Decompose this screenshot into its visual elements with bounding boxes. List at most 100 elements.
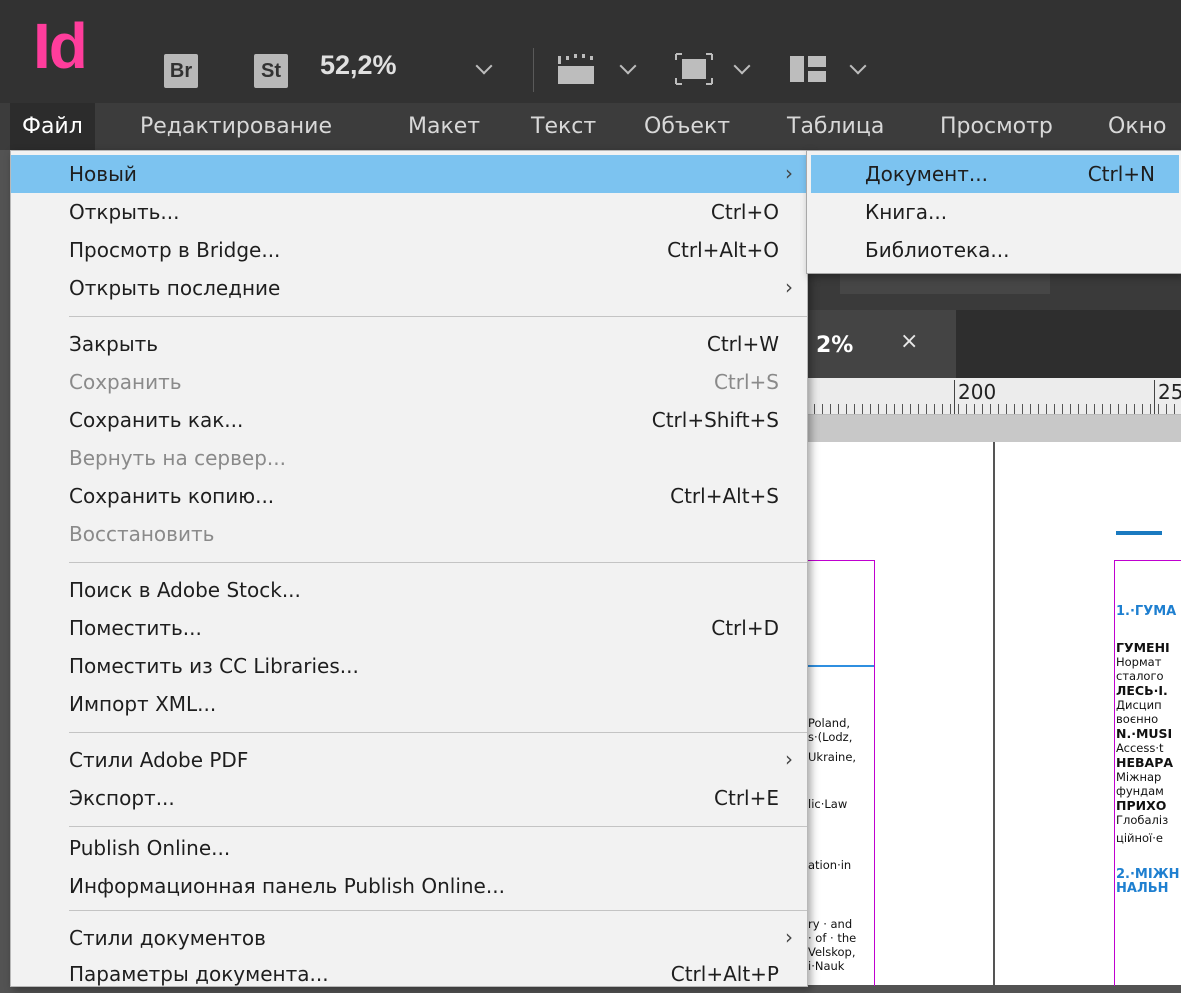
indesign-logo: Id [33, 10, 88, 82]
frame-divider-line [806, 665, 874, 667]
bridge-button[interactable]: Br [164, 54, 198, 88]
menu-item-label: Сохранить копию... [69, 484, 275, 508]
left-text-fragment: s·(Lodz, [808, 730, 853, 744]
close-tab-icon[interactable]: × [900, 329, 918, 354]
page-spine [993, 442, 995, 985]
menu-item-save[interactable]: Сохранить Ctrl+S [11, 363, 807, 401]
menu-item-open[interactable]: Открыть... Ctrl+O [11, 193, 807, 231]
right-author: N.·MUSI [1116, 726, 1173, 741]
submenu-item-label: Книга... [865, 200, 948, 224]
menu-edit[interactable]: Редактирование [128, 103, 344, 150]
left-text-fragment: lic·Law [808, 797, 848, 811]
ruler-label-200: 200 [958, 380, 997, 404]
menu-item-label: Сохранить как... [69, 408, 244, 432]
left-text-fragment: Poland, [808, 716, 851, 730]
arrange-documents-icon[interactable] [788, 54, 828, 84]
menu-object[interactable]: Объект [632, 103, 742, 150]
menu-window[interactable]: Окно [1096, 103, 1178, 150]
ruler-major-tick [1154, 380, 1155, 414]
document-tab-zoom: 2% [816, 333, 854, 358]
menu-item-place[interactable]: Поместить... Ctrl+D [11, 609, 807, 647]
left-text-fragment: ry · and [808, 917, 853, 931]
menu-item-new[interactable]: Новый › [11, 155, 807, 193]
control-panel-field[interactable] [840, 274, 1050, 294]
menu-item-open-recent[interactable]: Открыть последние › [11, 269, 807, 307]
menu-type[interactable]: Текст [519, 103, 608, 150]
right-author: ГУМЕНІ [1116, 640, 1170, 655]
submenu-item-library[interactable]: Библиотека... [811, 231, 1179, 269]
menu-view[interactable]: Просмотр [928, 103, 1065, 150]
submenu-item-book[interactable]: Книга... [811, 193, 1179, 231]
menu-item-label: Открыть... [69, 200, 180, 224]
menu-item-revert[interactable]: Восстановить [11, 515, 807, 553]
right-text-fragment: Міжнар [1116, 770, 1162, 784]
menu-item-shortcut: Ctrl+D [711, 616, 779, 640]
right-text-fragment: ційної·е [1116, 831, 1163, 845]
left-text-fragment: · of · the [808, 931, 857, 945]
menu-item-label: Поместить... [69, 616, 202, 640]
menu-item-label: Стили документов [69, 926, 266, 950]
menu-item-save-copy[interactable]: Сохранить копию... Ctrl+Alt+S [11, 477, 807, 515]
screen-mode-chevron-down-icon[interactable] [733, 57, 751, 75]
view-options-chevron-down-icon[interactable] [619, 57, 637, 75]
menu-item-label: Закрыть [69, 332, 159, 356]
right-text-fragment: Глобаліз [1116, 813, 1169, 827]
arrange-chevron-down-icon[interactable] [849, 57, 867, 75]
right-author: ПРИХО [1116, 798, 1167, 813]
decorative-rule [1116, 531, 1162, 535]
right-heading: 2.·МІЖН [1116, 867, 1180, 882]
menu-item-adobe-pdf-presets[interactable]: Стили Adobe PDF › [11, 741, 807, 779]
menu-item-shortcut: Ctrl+E [714, 786, 779, 810]
right-text-fragment: воєнно [1116, 712, 1159, 726]
menu-item-label: Параметры документа... [69, 962, 329, 986]
menu-item-document-setup[interactable]: Параметры документа... Ctrl+Alt+P [11, 955, 807, 993]
menu-item-shortcut: Ctrl+Shift+S [651, 408, 779, 432]
submenu-arrow-icon: › [785, 925, 793, 949]
right-text-fragment: фундам [1116, 784, 1164, 798]
ruler-ticks [806, 404, 1181, 414]
right-text-fragment: сталого [1116, 669, 1164, 683]
menu-item-shortcut: Ctrl+S [713, 370, 779, 394]
menu-separator [69, 316, 807, 317]
menu-item-label: Открыть последние [69, 276, 281, 300]
submenu-item-document[interactable]: Документ... Ctrl+N [811, 155, 1179, 193]
left-text-fragment: Velskop, [808, 945, 856, 959]
menu-item-import-xml[interactable]: Импорт XML... [11, 685, 807, 723]
menu-item-browse-in-bridge[interactable]: Просмотр в Bridge... Ctrl+Alt+O [11, 231, 807, 269]
ruler-label-250: 25 [1158, 380, 1181, 404]
menu-item-save-as[interactable]: Сохранить как... Ctrl+Shift+S [11, 401, 807, 439]
zoom-chevron-down-icon[interactable] [475, 57, 493, 75]
right-author: ЛЕСЬ·І. [1116, 683, 1168, 698]
zoom-level[interactable]: 52,2% [320, 50, 397, 81]
menu-item-label: Поиск в Adobe Stock... [69, 578, 301, 602]
right-heading: НАЛЬН [1116, 881, 1169, 896]
ruler-major-tick [954, 380, 955, 414]
menu-separator [69, 562, 807, 563]
submenu-arrow-icon: › [785, 161, 793, 185]
menu-item-place-from-cc-libraries[interactable]: Поместить из CC Libraries... [11, 647, 807, 685]
menu-layout[interactable]: Макет [396, 103, 492, 150]
menu-item-label: Восстановить [69, 522, 215, 546]
menu-item-label: Новый [69, 162, 137, 186]
menu-item-label: Импорт XML... [69, 692, 217, 716]
menu-item-close[interactable]: Закрыть Ctrl+W [11, 325, 807, 363]
menu-item-label: Вернуть на сервер... [69, 446, 286, 470]
menu-item-publish-online[interactable]: Publish Online... [11, 829, 807, 867]
menu-item-label: Информационная панель Publish Online... [69, 874, 505, 898]
screen-mode-icon[interactable] [674, 52, 714, 86]
view-options-icon[interactable] [556, 52, 598, 86]
right-heading: 1.·ГУМА [1116, 604, 1177, 619]
menu-separator [69, 910, 807, 911]
menu-item-label: Экспорт... [69, 786, 175, 810]
left-text-fragment: Ukraine, [808, 750, 857, 764]
menu-item-check-in[interactable]: Вернуть на сервер... [11, 439, 807, 477]
menu-item-export[interactable]: Экспорт... Ctrl+E [11, 779, 807, 817]
menu-file[interactable]: Файл [10, 103, 95, 150]
menu-item-search-adobe-stock[interactable]: Поиск в Adobe Stock... [11, 571, 807, 609]
menu-table[interactable]: Таблица [775, 103, 896, 150]
new-submenu: Документ... Ctrl+N Книга... Библиотека..… [806, 150, 1181, 274]
menu-item-publish-online-dashboard[interactable]: Информационная панель Publish Online... [11, 867, 807, 905]
menu-item-document-presets[interactable]: Стили документов › [11, 919, 807, 957]
stock-button[interactable]: St [254, 54, 288, 88]
menu-item-shortcut: Ctrl+Alt+O [667, 238, 779, 262]
